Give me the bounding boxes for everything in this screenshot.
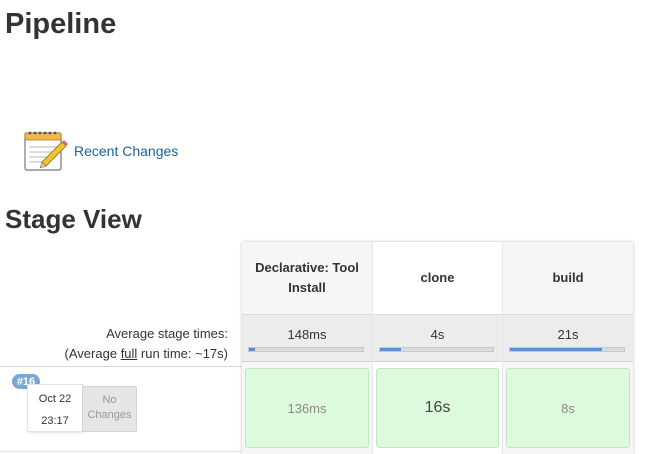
page-title: Pipeline xyxy=(5,8,117,40)
progress-fill xyxy=(380,348,402,351)
stage-run-time: 16s xyxy=(424,399,451,416)
stage-average-row: 21s xyxy=(503,314,633,362)
avg-full-prefix: (Average xyxy=(64,346,121,361)
stage-view-table: Declarative: Tool Install 148ms 136ms cl… xyxy=(242,242,633,454)
notepad-pencil-icon[interactable] xyxy=(22,127,68,173)
stage-header: build xyxy=(552,270,584,285)
stage-run-time: 8s xyxy=(561,400,575,416)
stage-average-progress-bar xyxy=(379,347,494,352)
full-run-link[interactable]: full xyxy=(121,346,138,361)
stage-run-cell[interactable]: 8s xyxy=(506,368,630,448)
recent-changes-link[interactable]: Recent Changes xyxy=(74,143,178,159)
no-changes-box: No Changes xyxy=(82,386,137,432)
run-date: Oct 22 xyxy=(38,393,72,405)
stage-column-build: build 21s 8s xyxy=(503,242,633,454)
stage-view-title: Stage View xyxy=(5,204,142,234)
average-stage-times-label: Average stage times: xyxy=(106,326,228,341)
stage-average-time: 4s xyxy=(430,327,445,342)
stage-average-progress-bar xyxy=(248,347,364,352)
stage-column-tool-install: Declarative: Tool Install 148ms 136ms xyxy=(242,242,372,454)
run-row-divider-bottom xyxy=(0,451,242,452)
stage-average-time: 148ms xyxy=(287,327,327,342)
stage-run-time: 136ms xyxy=(287,400,327,416)
stage-average-time: 21s xyxy=(557,327,579,342)
stage-header: Declarative: Tool Install xyxy=(255,260,359,295)
stage-column-clone: clone 4s 16s xyxy=(373,242,502,454)
average-full-run-time-label: (Average full run time: ~17s) xyxy=(40,346,228,361)
stage-average-progress-bar xyxy=(509,347,625,352)
run-time: 23:17 xyxy=(41,415,69,427)
stage-run-cell[interactable]: 136ms xyxy=(245,368,369,448)
run-date-box: Oct 22 23:17 xyxy=(27,384,83,432)
avg-full-suffix: run time: ~17s) xyxy=(137,346,228,361)
progress-fill xyxy=(249,348,255,351)
stage-average-row: 4s xyxy=(373,314,502,362)
stage-average-row: 148ms xyxy=(242,314,372,362)
stage-run-cell[interactable]: 16s xyxy=(376,368,499,448)
progress-fill xyxy=(510,348,603,351)
run-row-divider xyxy=(0,366,242,367)
stage-header: clone xyxy=(420,270,455,285)
